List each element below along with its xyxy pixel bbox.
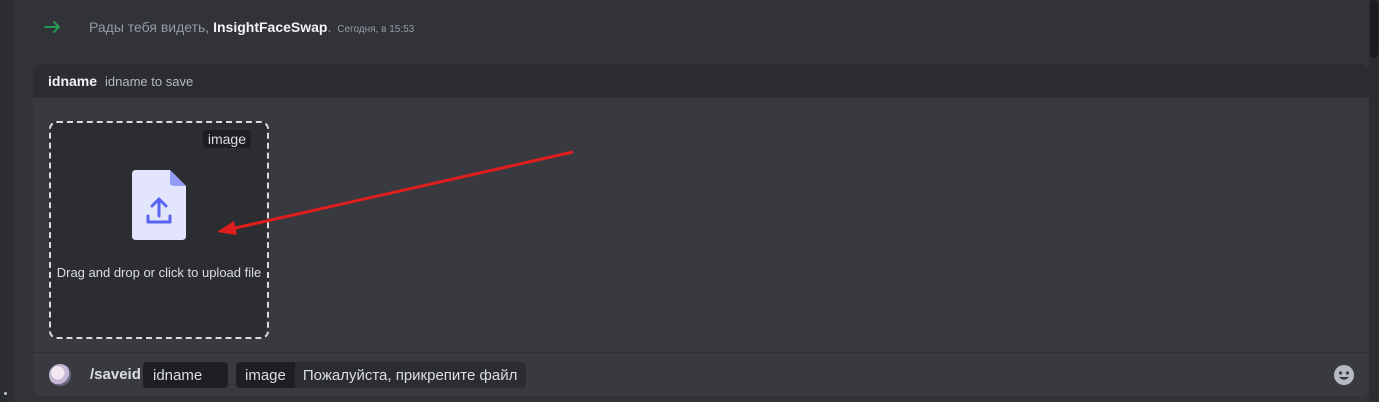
chip-label: idname [143, 362, 228, 388]
welcome-suffix: . [327, 19, 332, 35]
option-chip-idname[interactable]: idname [143, 362, 228, 388]
command-bar[interactable]: /saveid idname image Пожалуйста, прикреп… [33, 352, 1369, 396]
option-description: idname to save [105, 73, 194, 89]
file-upload-icon [132, 170, 186, 240]
chip-label: image [236, 362, 295, 388]
option-chip-image[interactable]: image Пожалуйста, прикрепите файл [236, 362, 527, 388]
command-name: /saveid [90, 366, 141, 383]
file-dropzone[interactable]: image Drag and drop or click to upload f… [49, 121, 269, 339]
bot-avatar [49, 364, 71, 386]
emoji-icon[interactable] [1333, 364, 1355, 386]
option-name: idname [48, 73, 98, 89]
command-options-panel: idname idname to save image Drag and dro… [33, 64, 1369, 396]
dropzone-instruction: Drag and drop or click to upload file [56, 265, 262, 280]
system-message: Рады тебя видеть, InsightFaceSwap. Сегод… [14, 0, 1364, 56]
timestamp: Сегодня, в 15:53 [337, 24, 415, 35]
option-header: idname idname to save [33, 64, 1369, 98]
dropzone-tag: image [202, 130, 251, 148]
chip-value: Пожалуйста, прикрепите файл [294, 362, 527, 388]
arrow-right-icon [44, 21, 60, 33]
welcome-prefix: Рады тебя видеть, [89, 19, 214, 35]
scrollbar[interactable] [1369, 0, 1379, 402]
left-gutter [0, 0, 14, 402]
system-message-text: Рады тебя видеть, InsightFaceSwap. Сегод… [89, 19, 414, 35]
gutter-dot [4, 392, 7, 395]
scrollbar-thumb[interactable] [1370, 0, 1378, 58]
username[interactable]: InsightFaceSwap [213, 19, 327, 35]
